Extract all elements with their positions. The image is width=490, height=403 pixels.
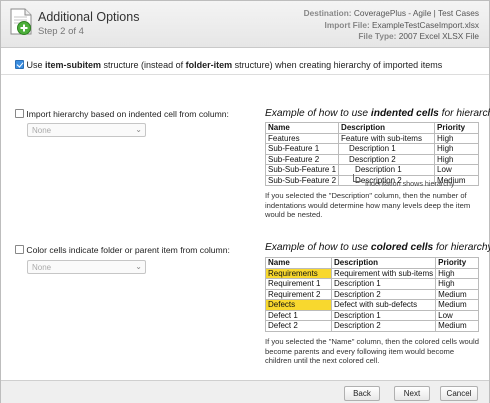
color-example-table: Name Description Priority Requirements R…: [265, 257, 479, 332]
wizard-title: Additional Options: [38, 10, 140, 24]
table-header-row: Name Description Priority: [264, 122, 479, 134]
highlighted-parent-cell: Defects: [265, 299, 332, 311]
color-example-title: Example of how to use colored cells for …: [265, 242, 490, 253]
color-hierarchy-checkbox[interactable]: [15, 245, 24, 254]
table-row: Sub-Sub-Feature 1 Description 1 Low: [264, 164, 479, 176]
table-row: Defect 2 Description 2 Medium: [265, 320, 479, 332]
indentation-note: Indentation shows hierarchy: [365, 179, 455, 188]
indent-example-table: Name Description Priority Features Featu…: [264, 122, 479, 186]
color-hierarchy-label: Color cells indicate folder or parent it…: [26, 245, 230, 255]
indent-explanation: If you selected the "Description" column…: [265, 191, 471, 220]
cancel-button[interactable]: Cancel: [440, 386, 478, 401]
table-row: Defects Defect with sub-defects Medium: [265, 299, 479, 311]
table-row: Sub-Feature 2 Description 2 High: [264, 153, 479, 165]
highlighted-parent-cell: Requirements: [265, 267, 332, 279]
next-button[interactable]: Next: [394, 386, 430, 401]
import-document-icon: [10, 8, 32, 35]
import-file-line: Import File: ExampleTestCaseImport.xlsx: [324, 19, 479, 30]
destination-line: Destination: CoveragePlus - Agile | Test…: [303, 8, 479, 18]
color-column-select[interactable]: None ⌄: [27, 260, 146, 274]
color-hierarchy-option[interactable]: Color cells indicate folder or parent it…: [15, 245, 230, 255]
wizard-footer: Back Next Cancel: [1, 380, 489, 403]
back-button[interactable]: Back: [344, 386, 380, 401]
chevron-down-icon: ⌄: [135, 125, 142, 134]
table-header-row: Name Description Priority: [265, 257, 479, 269]
table-row: Features Feature with sub-items High: [264, 132, 479, 144]
wizard-body: Use item-subitem structure (instead of f…: [1, 48, 490, 380]
table-row: Defect 1 Description 1 Low: [265, 309, 479, 321]
indentation-arrow-icon: [353, 174, 362, 182]
table-row: Sub-Feature 1 Description 1 High: [264, 143, 479, 155]
indent-hierarchy-checkbox[interactable]: [15, 109, 24, 118]
import-wizard-dialog: Additional Options Step 2 of 4 Destinati…: [0, 0, 490, 403]
table-row: Requirement 1 Description 1 High: [265, 278, 479, 290]
color-explanation: If you selected the "Name" column, then …: [265, 337, 479, 366]
table-row: Requirements Requirement with sub-items …: [265, 267, 479, 279]
indent-column-select[interactable]: None ⌄: [27, 123, 146, 137]
table-row: Requirement 2 Description 2 Medium: [265, 288, 479, 300]
section-divider: [1, 74, 489, 75]
indent-hierarchy-label: Import hierarchy based on indented cell …: [26, 109, 229, 119]
wizard-step: Step 2 of 4: [38, 26, 84, 37]
wizard-header: Additional Options Step 2 of 4 Destinati…: [1, 1, 489, 48]
indent-example-title: Example of how to use indented cells for…: [265, 108, 490, 119]
chevron-down-icon: ⌄: [135, 262, 142, 271]
item-subitem-checkbox[interactable]: [15, 60, 24, 69]
item-subitem-option[interactable]: Use item-subitem structure (instead of f…: [15, 60, 442, 70]
indent-hierarchy-option[interactable]: Import hierarchy based on indented cell …: [15, 109, 229, 119]
import-summary: Destination: CoveragePlus - Agile | Test…: [304, 8, 479, 43]
file-type-line: File Type: 2007 Excel XLSX File: [358, 31, 479, 41]
